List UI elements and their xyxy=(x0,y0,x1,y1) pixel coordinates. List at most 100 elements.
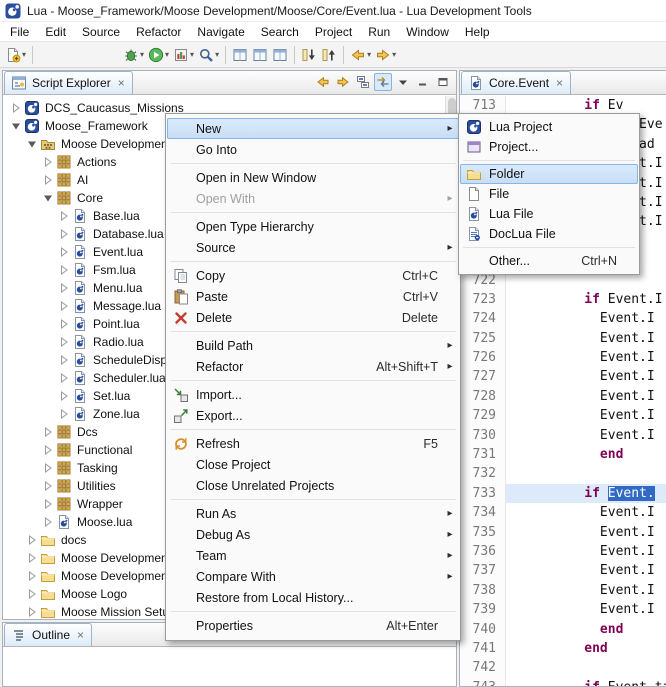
expand-arrow-icon[interactable] xyxy=(41,462,54,475)
context-menu-restore-from-local-history[interactable]: Restore from Local History... xyxy=(167,587,459,608)
open-search-button[interactable]: ▾ xyxy=(196,44,221,66)
expand-arrow-icon[interactable] xyxy=(57,210,70,223)
open-view-2-button[interactable] xyxy=(250,44,270,66)
new-submenu-doclua-file[interactable]: DocLua File xyxy=(460,224,638,244)
code-line-729[interactable]: 729 Event.I xyxy=(460,406,666,425)
expand-arrow-icon[interactable] xyxy=(25,606,38,619)
context-menu-properties[interactable]: PropertiesAlt+Enter xyxy=(167,615,459,636)
code-line-726[interactable]: 726 Event.I xyxy=(460,348,666,367)
context-menu-open-type-hierarchy[interactable]: Open Type Hierarchy xyxy=(167,216,459,237)
context-menu-new[interactable]: New▸ xyxy=(167,118,459,139)
expand-arrow-icon[interactable] xyxy=(57,408,70,421)
open-view-1-button[interactable] xyxy=(230,44,250,66)
forward-history-button[interactable]: ▾ xyxy=(373,44,398,66)
context-menu-delete[interactable]: DeleteDelete xyxy=(167,307,459,328)
close-icon[interactable]: × xyxy=(556,77,563,89)
context-menu-close-unrelated-projects[interactable]: Close Unrelated Projects xyxy=(167,475,459,496)
new-submenu-other[interactable]: Other...Ctrl+N xyxy=(460,251,638,271)
context-menu-close-project[interactable]: Close Project xyxy=(167,454,459,475)
back-history-button[interactable]: ▾ xyxy=(348,44,373,66)
expand-arrow-icon[interactable] xyxy=(57,372,70,385)
code-line-736[interactable]: 736 Event.I xyxy=(460,542,666,561)
context-menu-build-path[interactable]: Build Path▸ xyxy=(167,335,459,356)
tab-script-explorer[interactable]: Script Explorer × xyxy=(4,71,133,94)
expand-arrow-icon[interactable] xyxy=(41,444,54,457)
code-line-724[interactable]: 724 Event.I xyxy=(460,309,666,328)
new-wizard-button[interactable]: ▾ xyxy=(3,44,28,66)
menu-search[interactable]: Search xyxy=(253,23,307,41)
expand-arrow-icon[interactable] xyxy=(57,282,70,295)
dropdown-arrow-icon[interactable]: ▾ xyxy=(392,50,396,59)
expand-arrow-icon[interactable] xyxy=(41,426,54,439)
context-menu-paste[interactable]: PasteCtrl+V xyxy=(167,286,459,307)
code-line-738[interactable]: 738 Event.I xyxy=(460,581,666,600)
link-with-editor-button[interactable] xyxy=(374,73,392,91)
dropdown-arrow-icon[interactable]: ▾ xyxy=(165,50,169,59)
expand-arrow-icon[interactable] xyxy=(41,498,54,511)
code-line-741[interactable]: 741 end xyxy=(460,639,666,658)
tab-outline[interactable]: Outline × xyxy=(4,623,92,646)
expand-arrow-icon[interactable] xyxy=(41,516,54,529)
expand-arrow-icon[interactable] xyxy=(57,228,70,241)
coverage-button[interactable]: ▾ xyxy=(171,44,196,66)
code-line-743[interactable]: 743 if Event.ta xyxy=(460,678,666,686)
dropdown-arrow-icon[interactable]: ▾ xyxy=(190,50,194,59)
new-submenu-file[interactable]: File xyxy=(460,184,638,204)
next-annotation-button[interactable] xyxy=(299,44,319,66)
expand-arrow-icon[interactable] xyxy=(57,246,70,259)
expand-arrow-icon[interactable] xyxy=(41,156,54,169)
collapse-arrow-icon[interactable] xyxy=(25,138,38,151)
code-line-734[interactable]: 734 Event.I xyxy=(460,503,666,522)
expand-arrow-icon[interactable] xyxy=(25,534,38,547)
expand-arrow-icon[interactable] xyxy=(41,174,54,187)
expand-arrow-icon[interactable] xyxy=(41,480,54,493)
expand-arrow-icon[interactable] xyxy=(57,264,70,277)
code-line-737[interactable]: 737 Event.I xyxy=(460,561,666,580)
context-menu-import[interactable]: Import... xyxy=(167,384,459,405)
dropdown-arrow-icon[interactable]: ▾ xyxy=(140,50,144,59)
code-line-735[interactable]: 735 Event.I xyxy=(460,523,666,542)
expand-arrow-icon[interactable] xyxy=(25,552,38,565)
dropdown-arrow-icon[interactable]: ▾ xyxy=(215,50,219,59)
menu-file[interactable]: File xyxy=(2,23,37,41)
expand-arrow-icon[interactable] xyxy=(57,300,70,313)
code-line-732[interactable]: 732 xyxy=(460,464,666,483)
close-icon[interactable]: × xyxy=(118,77,125,89)
code-line-725[interactable]: 725 Event.I xyxy=(460,329,666,348)
minimize-button[interactable] xyxy=(414,73,432,91)
menu-help[interactable]: Help xyxy=(457,23,498,41)
context-menu-copy[interactable]: CopyCtrl+C xyxy=(167,265,459,286)
collapse-all-button[interactable] xyxy=(354,73,372,91)
view-menu-button[interactable] xyxy=(394,73,412,91)
open-view-3-button[interactable] xyxy=(270,44,290,66)
context-menu-open-with[interactable]: Open With▸ xyxy=(167,188,459,209)
code-line-728[interactable]: 728 Event.I xyxy=(460,387,666,406)
dropdown-arrow-icon[interactable]: ▾ xyxy=(367,50,371,59)
context-menu-compare-with[interactable]: Compare With▸ xyxy=(167,566,459,587)
code-line-742[interactable]: 742 xyxy=(460,658,666,677)
context-menu-team[interactable]: Team▸ xyxy=(167,545,459,566)
code-line-723[interactable]: 723 if Event.I xyxy=(460,290,666,309)
menu-source[interactable]: Source xyxy=(74,23,128,41)
expand-arrow-icon[interactable] xyxy=(9,102,22,115)
new-submenu-project[interactable]: Project... xyxy=(460,137,638,157)
debug-button[interactable]: ▾ xyxy=(121,44,146,66)
context-menu-export[interactable]: Export... xyxy=(167,405,459,426)
context-menu-go-into[interactable]: Go Into xyxy=(167,139,459,160)
context-menu-source[interactable]: Source▸ xyxy=(167,237,459,258)
code-line-739[interactable]: 739 Event.I xyxy=(460,600,666,619)
collapse-arrow-icon[interactable] xyxy=(9,120,22,133)
expand-arrow-icon[interactable] xyxy=(25,588,38,601)
code-line-740[interactable]: 740 end xyxy=(460,620,666,639)
menu-edit[interactable]: Edit xyxy=(37,23,74,41)
close-icon[interactable]: × xyxy=(77,629,84,641)
expand-arrow-icon[interactable] xyxy=(57,336,70,349)
new-submenu-folder[interactable]: Folder xyxy=(460,164,638,184)
previous-annotation-button[interactable] xyxy=(319,44,339,66)
code-line-733[interactable]: 733 if Event. xyxy=(460,484,666,503)
new-submenu-lua-project[interactable]: Lua Project xyxy=(460,117,638,137)
expand-arrow-icon[interactable] xyxy=(25,570,38,583)
context-menu-refresh[interactable]: RefreshF5 xyxy=(167,433,459,454)
maximize-button[interactable] xyxy=(434,73,452,91)
forward-button[interactable] xyxy=(334,73,352,91)
